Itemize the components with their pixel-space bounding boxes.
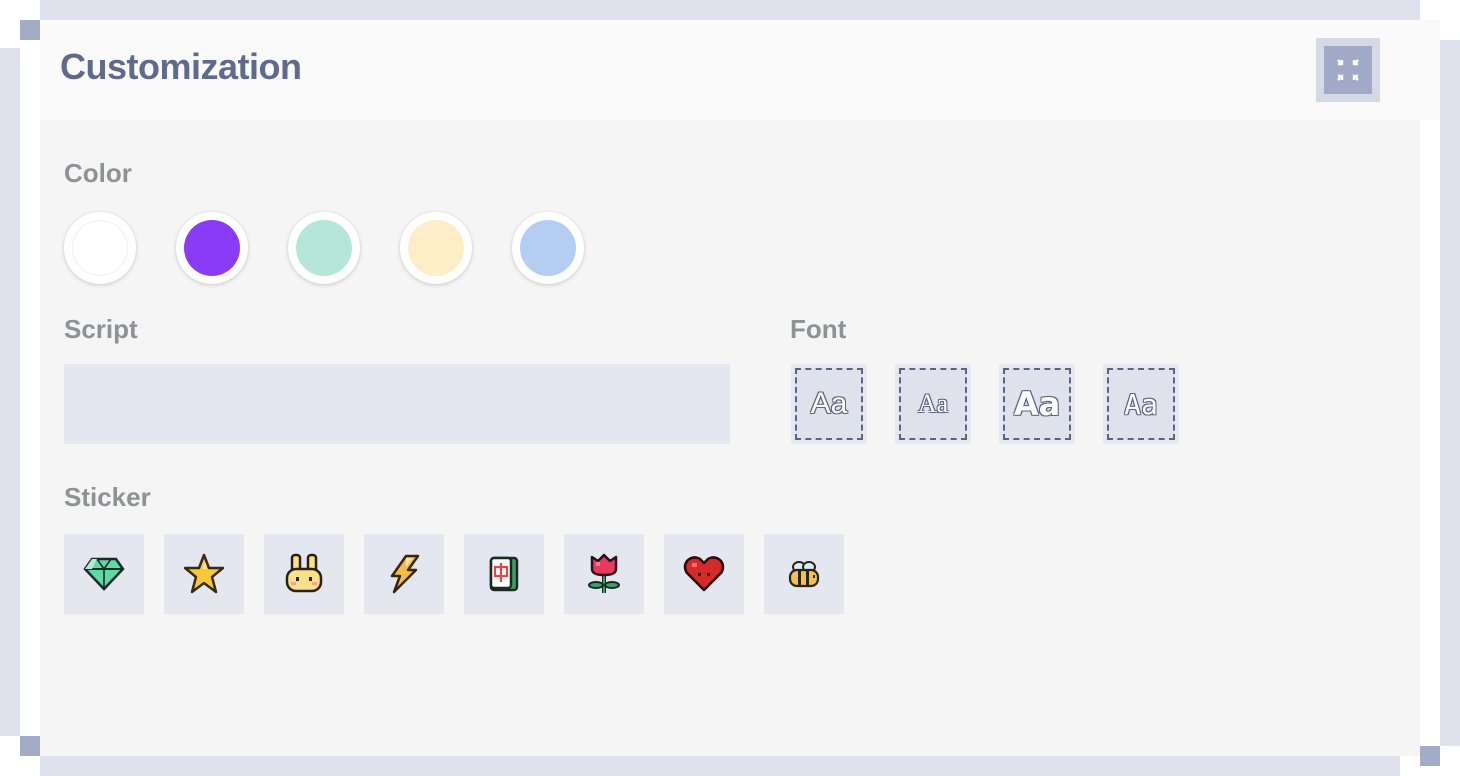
panel-header: Customization bbox=[40, 20, 1440, 120]
color-dot bbox=[184, 220, 240, 276]
heart-icon bbox=[683, 556, 725, 592]
color-swatch-purple[interactable] bbox=[176, 212, 248, 284]
script-input[interactable] bbox=[64, 364, 730, 444]
color-swatch-blue[interactable] bbox=[512, 212, 584, 284]
border-left bbox=[0, 48, 20, 736]
sticker-heart[interactable] bbox=[664, 534, 744, 614]
bunny-icon bbox=[285, 553, 323, 593]
flower-icon bbox=[588, 553, 620, 593]
customization-panel: Customization Color Script Font Aa Aa Aa… bbox=[40, 20, 1440, 756]
color-label: Color bbox=[64, 158, 132, 188]
font-option-1[interactable]: Aa bbox=[791, 364, 867, 444]
border-right bbox=[1440, 40, 1460, 746]
sticker-bee[interactable] bbox=[764, 534, 844, 614]
font-sample: Aa bbox=[1107, 368, 1175, 440]
color-swatch-white[interactable] bbox=[64, 212, 136, 284]
font-sample: Aa bbox=[795, 368, 863, 440]
color-dot bbox=[408, 220, 464, 276]
sticker-label: Sticker bbox=[64, 482, 151, 512]
font-option-2[interactable]: Aa bbox=[895, 364, 971, 444]
color-dot bbox=[296, 220, 352, 276]
color-swatch-mint[interactable] bbox=[288, 212, 360, 284]
border-top bbox=[40, 0, 1420, 20]
color-swatch-cream[interactable] bbox=[400, 212, 472, 284]
font-label: Font bbox=[790, 314, 847, 344]
star-icon bbox=[183, 553, 225, 594]
color-dot bbox=[72, 220, 128, 276]
border-bottom bbox=[40, 756, 1400, 776]
mahjong-tile-icon bbox=[489, 556, 519, 592]
font-sample: Aa bbox=[899, 368, 967, 440]
font-option-4[interactable]: Aa bbox=[1103, 364, 1179, 444]
sticker-diamond[interactable] bbox=[64, 534, 144, 614]
diamond-icon bbox=[83, 557, 125, 591]
sticker-lightning[interactable] bbox=[364, 534, 444, 614]
color-dot bbox=[520, 220, 576, 276]
page-title: Customization bbox=[60, 46, 302, 87]
corner-bottom-left bbox=[20, 736, 40, 756]
sticker-star[interactable] bbox=[164, 534, 244, 614]
sticker-bunny[interactable] bbox=[264, 534, 344, 614]
collapse-button[interactable] bbox=[1316, 38, 1380, 102]
lightning-icon bbox=[390, 554, 420, 594]
corner-bottom-right bbox=[1420, 746, 1440, 766]
sticker-mahjong[interactable] bbox=[464, 534, 544, 614]
sticker-flower[interactable] bbox=[564, 534, 644, 614]
corner-top-left bbox=[20, 20, 40, 40]
font-sample: Aa bbox=[1003, 368, 1071, 440]
font-option-3[interactable]: Aa bbox=[999, 364, 1075, 444]
bee-icon bbox=[788, 561, 820, 588]
script-label: Script bbox=[64, 314, 138, 344]
collapse-icon bbox=[1337, 59, 1359, 81]
customization-window: Customization Color Script Font Aa Aa Aa… bbox=[0, 0, 1460, 776]
